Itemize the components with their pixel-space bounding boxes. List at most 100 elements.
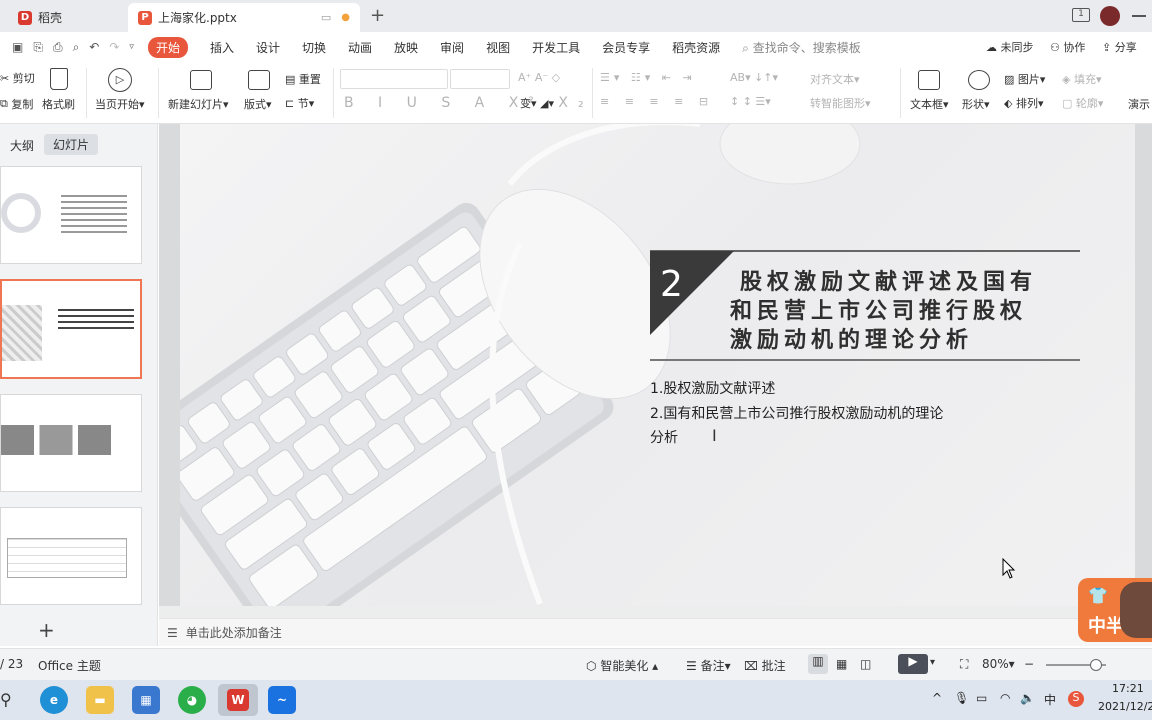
- menu-home[interactable]: 开始: [147, 36, 188, 58]
- store-icon[interactable]: ▦: [132, 686, 160, 714]
- tab-slides[interactable]: 幻灯片: [44, 134, 99, 155]
- print-preview-icon[interactable]: ⌕: [73, 40, 80, 55]
- slide[interactable]: 2 股权激励文献评述及国有 和民营上市公司推行股权 激励动机的理论分析 1.股权…: [180, 124, 1135, 606]
- sogou-icon[interactable]: S: [1068, 691, 1084, 707]
- microphone-icon[interactable]: 🎙: [954, 691, 969, 705]
- menu-review[interactable]: 审阅: [440, 39, 464, 56]
- command-search[interactable]: ⌕ 查找命令、搜索模板: [742, 39, 861, 56]
- arrange-button[interactable]: ⬖ 排列 ▾: [1004, 95, 1044, 111]
- list-buttons[interactable]: ☰▾ ☷▾ ⇤ ⇥: [600, 71, 696, 84]
- print-icon[interactable]: ⎙: [53, 40, 63, 55]
- clock-date[interactable]: 2021/12/2: [1098, 700, 1152, 713]
- notes-toggle[interactable]: ☰ 备注▾: [686, 657, 731, 674]
- share-button[interactable]: ⇪ 分享: [1102, 39, 1137, 55]
- new-slide-button[interactable]: 新建幻灯片 ▾: [168, 96, 229, 112]
- notes-pane[interactable]: ☰ 单击此处添加备注: [159, 618, 1152, 646]
- format-painter-button[interactable]: 格式刷: [42, 96, 75, 112]
- slide-title-line-1[interactable]: 股权激励文献评述及国有: [740, 264, 1037, 296]
- menu-member[interactable]: 会员专享: [602, 39, 650, 56]
- align-text-button[interactable]: 对齐文本 ▾: [810, 71, 860, 87]
- horizontal-scrollbar[interactable]: [159, 606, 1152, 618]
- cut-button[interactable]: ✂ 剪切: [0, 70, 35, 86]
- tab-document[interactable]: P 上海家化.pptx ▭ ●: [128, 3, 360, 32]
- wechat-icon[interactable]: ◕: [178, 686, 206, 714]
- volume-icon[interactable]: 🔈: [1020, 691, 1035, 705]
- outline-button[interactable]: ▢ 轮廓 ▾: [1062, 95, 1103, 111]
- reading-view-icon[interactable]: ◫: [860, 657, 871, 671]
- smartart-button[interactable]: 转智能图形 ▾: [810, 95, 871, 111]
- copy-button[interactable]: ⧉ 复制: [0, 96, 33, 112]
- bullet-2[interactable]: 2.国有和民营上市公司推行股权激励动机的理论: [650, 403, 943, 423]
- font-style-buttons[interactable]: B I U S A X² X₂: [344, 95, 594, 111]
- undo-icon[interactable]: ↶: [89, 40, 99, 54]
- export-icon[interactable]: ⎘: [33, 40, 43, 55]
- redo-icon[interactable]: ↷: [109, 40, 119, 54]
- comments-toggle[interactable]: ⌧ 批注: [744, 657, 786, 674]
- slide-thumbnail-4[interactable]: [0, 507, 142, 605]
- fit-window-icon[interactable]: ⛶: [960, 657, 968, 672]
- ime-indicator[interactable]: 中: [1044, 691, 1056, 708]
- slide-thumbnail-1[interactable]: [0, 166, 142, 264]
- font-family-select[interactable]: [340, 69, 448, 89]
- zoom-out-icon[interactable]: −: [1024, 657, 1034, 671]
- slide-thumbnail-2[interactable]: [0, 279, 142, 379]
- zoom-level[interactable]: 80%▾: [982, 657, 1015, 671]
- beautify-button[interactable]: ⬡ 智能美化 ▴: [586, 657, 658, 674]
- wps-taskbar-item[interactable]: W: [218, 684, 258, 716]
- paragraph-align-buttons[interactable]: ≡ ≡ ≡ ≡ ⊟: [600, 95, 714, 108]
- search-icon[interactable]: ⚲: [0, 690, 12, 709]
- tab-daoke[interactable]: D 稻壳: [8, 3, 124, 32]
- menu-transition[interactable]: 切换: [302, 39, 326, 56]
- monitor-icon[interactable]: ▭: [321, 11, 331, 24]
- menu-slideshow[interactable]: 放映: [394, 39, 418, 56]
- collaborate-button[interactable]: ⚇ 协作: [1050, 39, 1085, 55]
- tab-outline[interactable]: 大纲: [10, 137, 34, 154]
- phonetic-button[interactable]: 变▾ ◢▾: [520, 95, 554, 111]
- window-count-icon[interactable]: 1: [1072, 8, 1090, 22]
- play-dropdown-icon[interactable]: ▾: [930, 657, 935, 668]
- save-icon[interactable]: ▣: [12, 40, 23, 54]
- menu-animation[interactable]: 动画: [348, 39, 372, 56]
- font-size-tools[interactable]: A⁺ A⁻ ◇: [518, 71, 560, 84]
- lanxin-app-icon[interactable]: ~: [268, 686, 296, 714]
- clock-time[interactable]: 17:21: [1112, 682, 1144, 695]
- play-slideshow-button[interactable]: ▶: [898, 654, 928, 674]
- from-current-button[interactable]: 当页开始 ▾: [95, 96, 145, 112]
- reset-button[interactable]: ▤ 重置: [285, 71, 321, 87]
- menu-design[interactable]: 设计: [256, 39, 280, 56]
- font-size-select[interactable]: [450, 69, 510, 89]
- menu-view[interactable]: 视图: [486, 39, 510, 56]
- bullet-2-continuation[interactable]: 分析: [650, 427, 678, 447]
- customize-dropdown-icon[interactable]: ▿: [129, 42, 134, 52]
- line-spacing-button[interactable]: ↕ ↕ ☰▾: [730, 95, 771, 108]
- menu-developer[interactable]: 开发工具: [532, 39, 580, 56]
- layout-button[interactable]: 版式 ▾: [244, 96, 272, 112]
- file-explorer-icon[interactable]: ▬: [86, 686, 114, 714]
- present-button[interactable]: 演示: [1128, 96, 1150, 112]
- text-direction-button[interactable]: AB▾ ↓↑▾: [730, 71, 778, 84]
- normal-view-icon[interactable]: ▥: [808, 654, 828, 674]
- sync-status[interactable]: ☁ 未同步: [986, 39, 1034, 55]
- new-tab-icon[interactable]: +: [370, 5, 385, 26]
- divider: [86, 68, 87, 118]
- menu-insert[interactable]: 插入: [210, 39, 234, 56]
- menu-daoke-resources[interactable]: 稻壳资源: [672, 39, 720, 56]
- edge-browser-icon[interactable]: e: [40, 686, 68, 714]
- minimize-icon[interactable]: [1132, 15, 1146, 17]
- fill-button[interactable]: ◈ 填充 ▾: [1062, 71, 1102, 87]
- slide-title-line-2[interactable]: 和民营上市公司推行股权: [730, 293, 1027, 325]
- textbox-button[interactable]: 文本框 ▾: [910, 96, 949, 112]
- slide-title-line-3[interactable]: 激励动机的理论分析: [730, 322, 973, 354]
- section-button[interactable]: ⊏ 节 ▾: [285, 95, 314, 111]
- wifi-icon[interactable]: ◠: [1000, 691, 1010, 705]
- shape-button[interactable]: 形状 ▾: [962, 96, 990, 112]
- slide-sorter-icon[interactable]: ▦: [836, 657, 847, 671]
- avatar[interactable]: [1100, 6, 1120, 26]
- add-slide-icon[interactable]: +: [38, 618, 55, 642]
- picture-button[interactable]: ▨ 图片 ▾: [1004, 71, 1045, 87]
- battery-icon[interactable]: ▭: [976, 691, 987, 705]
- bullet-1[interactable]: 1.股权激励文献评述: [650, 378, 775, 398]
- slide-thumbnail-3[interactable]: [0, 394, 142, 492]
- zoom-slider-thumb[interactable]: [1090, 659, 1102, 671]
- tray-expand-icon[interactable]: ^: [932, 691, 942, 705]
